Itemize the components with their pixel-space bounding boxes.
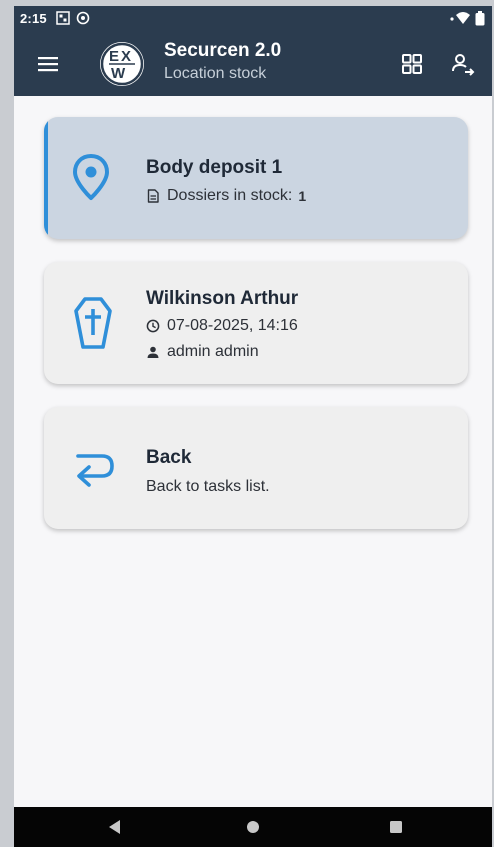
dossier-title: Wilkinson Arthur [146, 288, 299, 309]
logo-letter-e: E [109, 48, 119, 65]
dossier-count-label: Dossiers in stock: [167, 187, 293, 204]
phone-screen: 2:15 E X W Securcen 2.0 Location stock B… [14, 6, 492, 847]
back-arrow-icon [76, 454, 114, 487]
dossier-count-value: 1 [298, 188, 307, 204]
coffin-icon [74, 297, 112, 349]
back-description: Back to tasks list. [146, 478, 270, 495]
location-pin-icon [73, 154, 109, 200]
person-icon [147, 346, 159, 358]
battery-icon [475, 11, 485, 26]
page-subtitle: Location stock [164, 65, 267, 82]
gallery-notification-icon [56, 11, 70, 25]
back-title: Back [146, 447, 192, 468]
logo-letter-w: W [111, 65, 126, 82]
grid-view-icon[interactable] [400, 52, 424, 76]
app-logo-mark: E X W [100, 42, 144, 86]
dossier-datetime: 07-08-2025, 14:16 [167, 317, 298, 334]
wifi-icon [450, 12, 470, 24]
dossier-user-line: admin admin [146, 343, 259, 361]
location-card[interactable]: Body deposit 1 Dossiers in stock: 1 [44, 117, 468, 239]
dossier-user: admin admin [167, 343, 259, 360]
back-card[interactable]: Back Back to tasks list. [44, 407, 468, 529]
clock-icon [146, 319, 160, 333]
dossier-datetime-line: 07-08-2025, 14:16 [146, 317, 298, 335]
system-navigation-bar [14, 807, 492, 847]
document-icon [147, 189, 159, 203]
app-title: Securcen 2.0 [164, 40, 282, 61]
user-switch-icon[interactable] [450, 51, 476, 77]
nav-back-icon[interactable] [106, 819, 124, 835]
logo-letter-x: X [121, 48, 131, 65]
nav-home-icon[interactable] [244, 819, 262, 835]
status-time: 2:15 [20, 11, 47, 26]
hamburger-menu-icon[interactable] [36, 52, 60, 76]
app-bar: E X W Securcen 2.0 Location stock [14, 32, 492, 96]
sync-notification-icon [76, 11, 90, 25]
status-bar: 2:15 [14, 6, 492, 32]
app-logo: E X W [100, 42, 144, 86]
dossier-card[interactable]: Wilkinson Arthur 07-08-2025, 14:16 admin… [44, 262, 468, 384]
dossier-count-line: Dossiers in stock: 1 [146, 187, 306, 205]
location-title: Body deposit 1 [146, 157, 283, 178]
nav-recents-icon[interactable] [387, 819, 405, 835]
